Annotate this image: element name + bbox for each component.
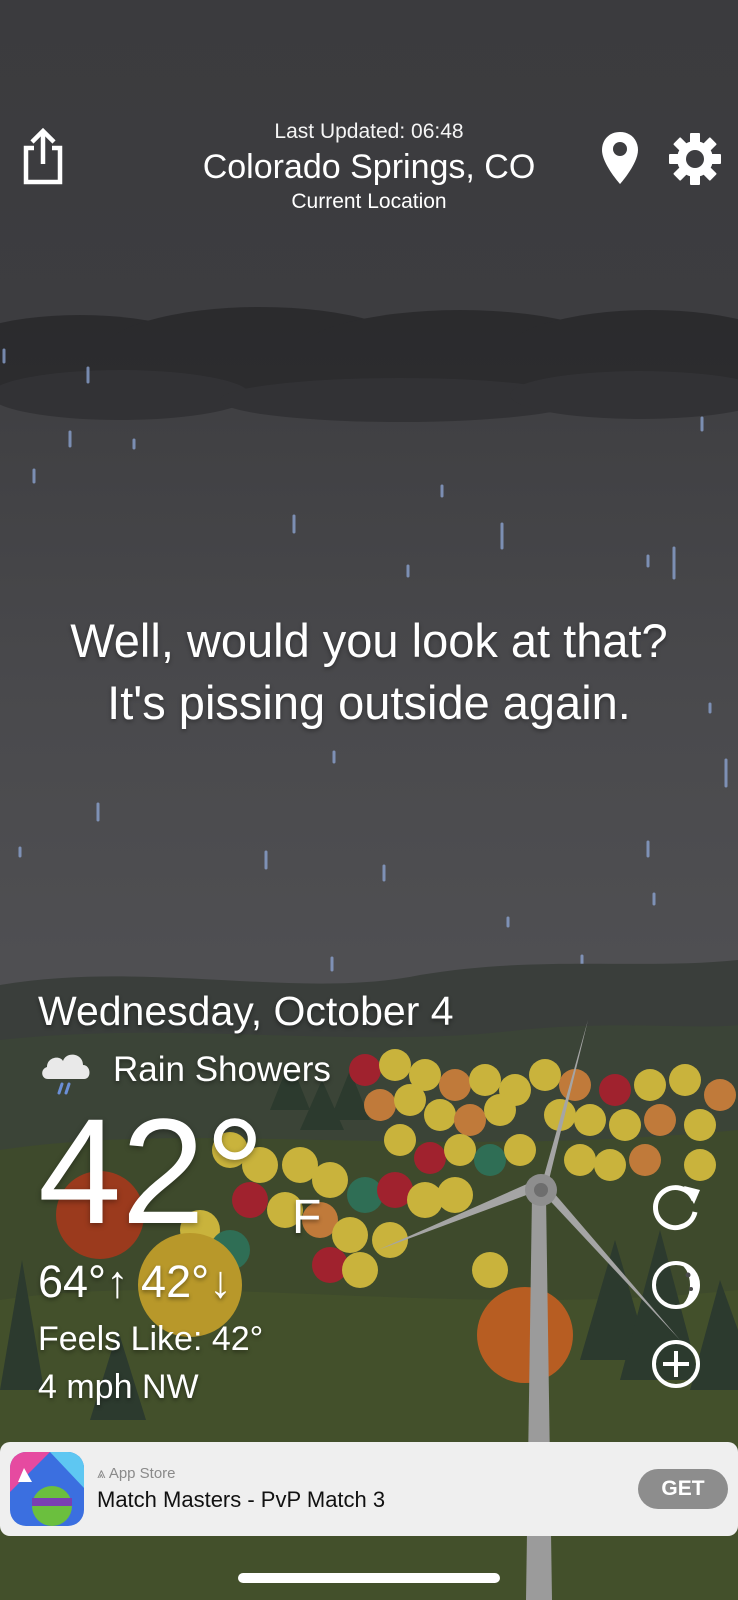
moon-icon [652,1261,700,1309]
home-indicator[interactable] [238,1573,500,1583]
app-store-icon: ⩓ [97,1465,109,1482]
temperature-unit[interactable]: F [292,1190,321,1245]
settings-button[interactable] [668,132,722,186]
forecast-date: Wednesday, October 4 [38,988,454,1034]
add-location-button[interactable] [650,1338,702,1390]
feels-like: Feels Like: 42° [38,1320,264,1358]
quip-line-1: Well, would you look at that? [70,614,668,667]
theme-button[interactable] [650,1259,702,1311]
storm-cloud [0,307,738,422]
high-low-temperature: 64°↑ 42°↓ [38,1256,232,1307]
wind-speed: 4 mph NW [38,1368,199,1406]
ad-get-button[interactable]: GET [638,1469,728,1509]
current-location-label: Current Location [291,190,447,213]
refresh-icon [653,1185,700,1231]
condition-text: Rain Showers [113,1050,331,1089]
header-bar: Last Updated: 06:48 Colorado Springs, CO… [0,0,738,230]
ad-app-icon[interactable] [10,1452,84,1526]
ad-title[interactable]: Match Masters - PvP Match 3 [97,1487,385,1513]
gear-icon [669,133,721,185]
plus-circle-icon [652,1340,700,1388]
location-button[interactable] [600,130,640,186]
refresh-button[interactable] [650,1180,702,1232]
weather-quip: Well, would you look at that? It's pissi… [0,610,738,734]
current-temperature[interactable]: 42° [38,1096,265,1246]
location-pin-icon [602,132,638,184]
quip-line-2: It's pissing outside again. [107,676,631,729]
weather-scene [0,307,738,1600]
match-masters-icon [10,1452,84,1526]
ad-banner[interactable]: ⩓ App Store Match Masters - PvP Match 3 … [0,1442,738,1536]
ad-store-label: ⩓ App Store [97,1465,176,1482]
